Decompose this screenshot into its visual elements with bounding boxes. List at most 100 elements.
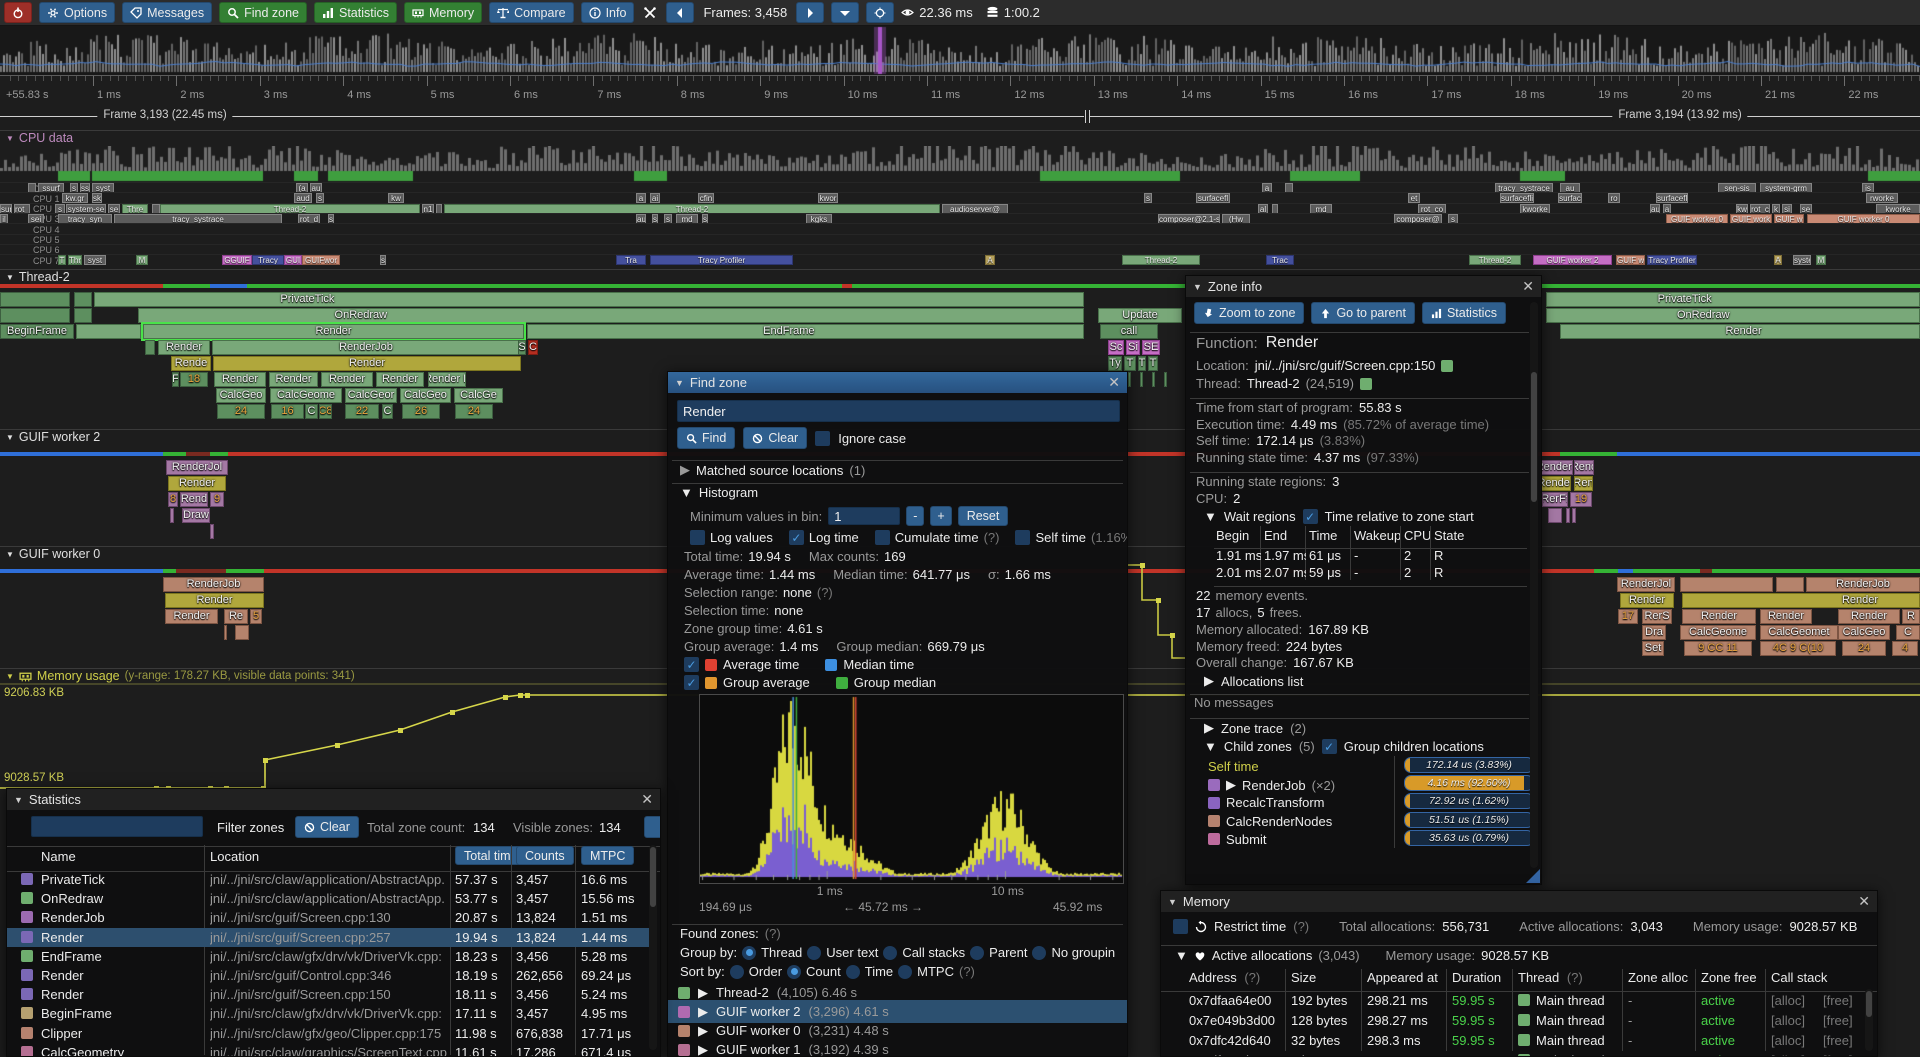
timeline-zone[interactable]: Render F xyxy=(428,372,466,387)
callstack-free[interactable]: [free] xyxy=(1823,1033,1853,1048)
toolbar-button-memory[interactable]: Memory xyxy=(404,2,482,23)
timeline-zone[interactable] xyxy=(76,324,141,339)
timeline-zone[interactable] xyxy=(1776,577,1804,592)
cpu-zone[interactable]: Trac xyxy=(1266,255,1294,265)
expand-icon[interactable]: ▶ xyxy=(698,1042,708,1057)
callstack-alloc[interactable]: [alloc] xyxy=(1771,1033,1805,1048)
time-ruler[interactable]: +55.83 s1 ms2 ms3 ms4 ms5 ms6 ms7 ms8 ms… xyxy=(0,75,1920,109)
timeline-zone[interactable] xyxy=(145,340,155,355)
timeline-zone[interactable]: Draw xyxy=(182,508,210,523)
memory-titlebar[interactable]: ▼ Memory ✕ xyxy=(1161,891,1877,912)
timeline-zone[interactable]: C xyxy=(528,340,538,355)
find-button[interactable]: Find xyxy=(677,427,735,449)
collapse-icon[interactable]: ▼ xyxy=(1175,948,1188,963)
toolbar-button-focus-frame[interactable] xyxy=(866,2,894,23)
collapse-icon[interactable]: ▼ xyxy=(675,378,684,388)
timeline-zone[interactable]: Render xyxy=(143,324,524,339)
table-row[interactable]: BeginFramejni/../jni/src/claw/gfx/drv/vk… xyxy=(7,1004,650,1023)
source-swatch[interactable] xyxy=(1441,360,1453,372)
cpu-zone[interactable]: M xyxy=(1816,255,1826,265)
timeline-zone[interactable]: EndFrame xyxy=(527,324,1084,339)
wait-col-header[interactable]: CPU xyxy=(1404,528,1431,543)
col-header-counts[interactable]: Counts xyxy=(516,846,574,865)
close-icon[interactable]: ✕ xyxy=(641,791,653,808)
timeline-zone[interactable]: R xyxy=(1902,609,1920,624)
timeline-zone[interactable] xyxy=(0,308,70,323)
sort-by-mtpc[interactable] xyxy=(898,965,912,979)
wait-col-header[interactable]: Time xyxy=(1309,528,1351,543)
collapse-icon[interactable]: ▼ xyxy=(1204,509,1217,524)
cpu-zone[interactable]: Thr xyxy=(68,255,82,265)
timeline-zone[interactable] xyxy=(210,524,214,539)
timeline-zone[interactable] xyxy=(1164,372,1167,387)
timeline-zone[interactable]: RerFf xyxy=(1542,492,1568,507)
frame-band[interactable]: Frame 3,193 (22.45 ms)Frame 3,194 (13.92… xyxy=(0,108,1920,124)
legend-checkbox[interactable]: ✓ xyxy=(684,675,699,690)
timeline-zone[interactable]: Render xyxy=(1838,609,1900,624)
timeline-zone[interactable]: Sc xyxy=(1108,340,1124,355)
collapse-icon[interactable]: ▼ xyxy=(6,273,14,282)
timeline-zone[interactable]: 16 xyxy=(271,404,304,419)
section-header-cpu-data[interactable]: ▼CPU data xyxy=(0,130,1920,145)
sort-by-order[interactable] xyxy=(730,965,744,979)
histogram-canvas[interactable] xyxy=(700,695,1123,883)
collapse-icon[interactable]: ▼ xyxy=(6,134,14,143)
mem-col-header[interactable]: Thread (?) xyxy=(1518,970,1583,985)
timeline-zone[interactable]: C xyxy=(382,404,393,419)
cpu-zone[interactable]: M xyxy=(136,255,148,265)
wait-regions-header[interactable]: ▼Wait regions✓Time relative to zone star… xyxy=(1196,507,1482,526)
timeline-zone[interactable]: 9 xyxy=(210,492,224,507)
mem-col-header[interactable]: Zone alloc xyxy=(1628,970,1688,985)
toolbar-button-prev-frame[interactable] xyxy=(666,2,694,23)
col-header-name[interactable]: Name xyxy=(41,849,76,864)
timeline-zone[interactable]: Rend xyxy=(180,492,208,507)
checkbox-log-values[interactable] xyxy=(690,530,705,545)
timeline-zone[interactable]: RenderJob xyxy=(212,340,520,355)
timeline-zone[interactable]: C xyxy=(305,404,318,419)
timeline-zone[interactable]: Set xyxy=(1642,641,1664,656)
timeline-zone[interactable]: Render xyxy=(269,372,318,387)
sort-by-count[interactable] xyxy=(787,965,801,979)
toolbar-button-tools[interactable] xyxy=(641,3,659,22)
mem-col-header[interactable]: Call stack xyxy=(1771,970,1827,985)
callstack-alloc[interactable]: [alloc] xyxy=(1771,1013,1805,1028)
bin-plus-button[interactable]: + xyxy=(930,506,951,526)
checkbox-log-time[interactable]: ✓ xyxy=(789,530,804,545)
toolbar-button-zoom-down[interactable] xyxy=(831,2,859,23)
timeline-zone[interactable]: 8 xyxy=(168,492,178,507)
plot-window-label[interactable]: ← 45.72 ms → xyxy=(843,900,923,914)
group-children-checkbox[interactable]: ✓ xyxy=(1322,739,1337,754)
child-zones-header[interactable]: ▼Child zones(5)✓Group children locations xyxy=(1196,737,1492,756)
expand-icon[interactable]: ▶ xyxy=(1204,720,1214,736)
timeline-zone[interactable]: RenderJob xyxy=(1806,577,1920,592)
allocation-row[interactable]: 0x7dfc42d64032 bytes298.3 ms59.95 sMain … xyxy=(1161,1031,1863,1051)
found-zone-group[interactable]: ▶GUIF worker 1(3,192) 4.39 s xyxy=(668,1038,1127,1057)
timeline-zone[interactable]: Update xyxy=(1098,308,1182,323)
cpu-zone[interactable]: A xyxy=(985,255,995,265)
cpu-zone[interactable]: Tra xyxy=(616,255,646,265)
timeline-zone[interactable] xyxy=(0,292,70,307)
group-by-parent[interactable] xyxy=(970,946,984,960)
toolbar-button-info[interactable]: Info xyxy=(581,2,635,23)
timeline-zone[interactable]: CalcGeomet xyxy=(1760,625,1838,640)
relative-time-checkbox[interactable]: ✓ xyxy=(1303,509,1318,524)
toolbar-button-compare[interactable]: Compare xyxy=(489,2,573,23)
timeline-zone[interactable]: Ty xyxy=(1108,356,1122,371)
timeline-zone[interactable]: T xyxy=(1148,356,1158,371)
table-row[interactable]: Renderjni/../jni/src/guif/Control.cpp:34… xyxy=(7,966,650,985)
statistics-titlebar[interactable]: ▼ Statistics ✕ xyxy=(7,789,660,810)
timeline-zone[interactable]: C xyxy=(1896,625,1920,640)
timeline-zone[interactable] xyxy=(235,625,249,640)
timeline-zone[interactable]: Rend xyxy=(1574,460,1594,475)
timeline-zone[interactable]: RenderJol xyxy=(1617,577,1675,592)
timeline-zone[interactable]: CalcGeor xyxy=(345,388,397,403)
table-row[interactable]: Renderjni/../jni/src/guif/Screen.cpp:150… xyxy=(7,985,650,1004)
timeline-zone[interactable]: C8 xyxy=(319,404,332,419)
timeline-zone[interactable]: Render xyxy=(165,609,218,624)
search-input[interactable] xyxy=(677,400,1120,422)
table-row[interactable]: Renderjni/../jni/src/guif/Screen.cpp:257… xyxy=(7,928,650,947)
timeline-zone[interactable]: RenderJob xyxy=(163,577,264,592)
timeline-zone[interactable]: RenderJ xyxy=(1540,460,1573,475)
group-by-call-stacks[interactable] xyxy=(883,946,897,960)
clear-filter-button[interactable]: Clear xyxy=(295,816,359,838)
